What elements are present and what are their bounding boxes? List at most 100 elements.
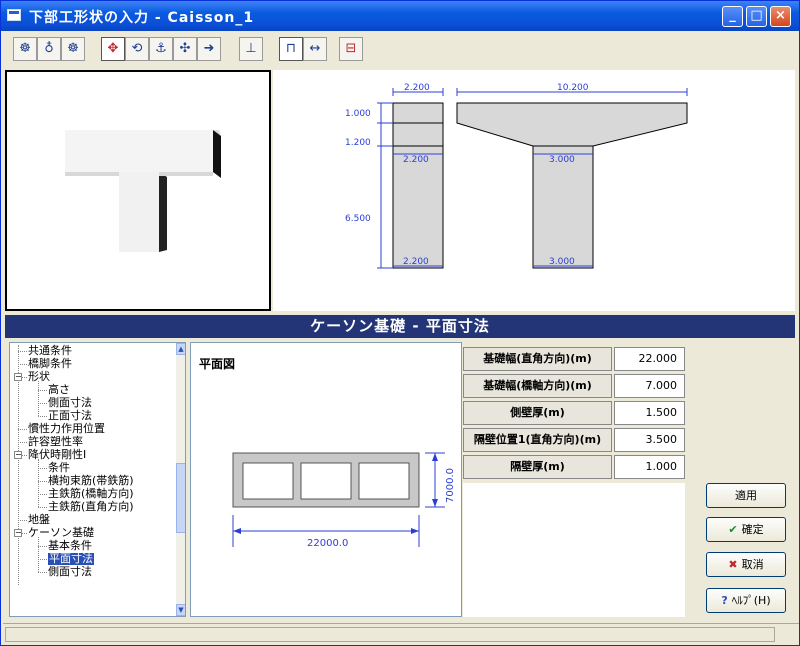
camera-icon[interactable]: ☸ [13, 37, 37, 61]
bridge-icon[interactable]: ⊥ [239, 37, 263, 61]
tree-connector [38, 559, 47, 560]
plan-width-dim: 22000.0 [307, 538, 348, 549]
rotate-icon[interactable]: ⟲ [125, 37, 149, 61]
minimize-button[interactable]: _ [722, 6, 743, 27]
tree-connector [38, 572, 47, 573]
toolbar: ☸ ♁ ☸ ✥ ⟲ ⚓ ✣ ➜ ⊥ ⊓ ↔ ⊟ [3, 33, 799, 67]
tree-connector [38, 507, 47, 508]
table-row: 隔壁厚(m) 1.000 [463, 455, 686, 481]
cancel-label: 取消 [741, 558, 764, 571]
collapse-icon[interactable]: − [14, 451, 22, 459]
row-value-input[interactable]: 7.000 [614, 374, 685, 398]
help-icon: ? [721, 594, 728, 607]
row-value-input[interactable]: 22.000 [614, 347, 685, 371]
tree-item[interactable]: 許容塑性率 [28, 436, 83, 448]
tree-connector [38, 381, 39, 416]
anchor-icon[interactable]: ⚓ [149, 37, 173, 61]
table-row: 側壁厚(m) 1.500 [463, 401, 686, 427]
tree-connector [38, 546, 47, 547]
elevation-svg: 2.200 1.000 1.200 6.500 2.200 2.200 10.2… [345, 83, 688, 269]
collapse-icon[interactable]: − [14, 373, 22, 381]
x-icon: ✖ [728, 558, 738, 571]
dim-right-col-bottom: 3.000 [549, 257, 575, 267]
tree-item[interactable]: 平面寸法 [48, 553, 94, 565]
dim-h3: 6.500 [345, 214, 371, 224]
title-bar[interactable]: 下部工形状の入力 - Caisson_1 _ □ × [1, 1, 799, 31]
cancel-button[interactable]: ✖ 取消 [706, 552, 786, 577]
tree-connector [18, 351, 27, 352]
tree-connector [38, 459, 39, 507]
plan-height-dim: 7000.0 [445, 468, 456, 503]
tree-item[interactable]: 主鉄筋(橋軸方向) [48, 488, 134, 500]
scroll-thumb[interactable] [176, 463, 185, 533]
tree-item[interactable]: 主鉄筋(直角方向) [48, 501, 134, 513]
table-row: 基礎幅(直角方向)(m) 22.000 [463, 347, 686, 373]
pier-icon[interactable]: ⊓ [279, 37, 303, 61]
tree-item[interactable]: 側面寸法 [48, 566, 92, 578]
checkmark-icon: ✔ [728, 523, 738, 536]
maximize-button[interactable]: □ [746, 6, 767, 27]
row-value-input[interactable]: 3.500 [614, 428, 685, 452]
tree-connector [18, 364, 27, 365]
tree-item[interactable]: 共通条件 [28, 345, 72, 357]
tree-item[interactable]: 横拘束筋(帯鉄筋) [48, 475, 134, 487]
collapse-icon[interactable]: − [14, 529, 22, 537]
window-title: 下部工形状の入力 - Caisson_1 [29, 10, 255, 26]
tree-connector [18, 520, 27, 521]
tree-item[interactable]: 正面寸法 [48, 410, 92, 422]
tree-item[interactable]: 慣性力作用位置 [28, 423, 105, 435]
tree-connector [38, 537, 39, 572]
row-label: 隔壁厚(m) [463, 455, 612, 479]
row-label: 隔壁位置1(直角方向)(m) [463, 428, 612, 452]
tree-item[interactable]: 側面寸法 [48, 397, 92, 409]
section-title: ケーソン基礎 - 平面寸法 [5, 315, 795, 338]
row-value-input[interactable]: 1.000 [614, 455, 685, 479]
pan-icon[interactable]: ✣ [173, 37, 197, 61]
help-label: ﾍﾙﾌﾟ(H) [731, 594, 771, 607]
row-label: 基礎幅(直角方向)(m) [463, 347, 612, 371]
table-row: 隔壁位置1(直角方向)(m) 3.500 [463, 428, 686, 454]
ok-button[interactable]: ✔ 確定 [706, 517, 786, 542]
tree-item[interactable]: 橋脚条件 [28, 358, 72, 370]
camera2-icon[interactable]: ☸ [61, 37, 85, 61]
tree-item[interactable]: 降伏時剛性I [28, 449, 86, 461]
dim-left-width: 2.200 [404, 83, 430, 93]
input-tree[interactable]: 共通条件 橋脚条件 形状 高さ 側面寸法 正面寸法 慣性力作用位置 許容塑性率 降伏時剛性I 条件… [9, 342, 186, 617]
tree-item[interactable]: 高さ [48, 384, 70, 396]
3d-pier-model [65, 130, 221, 252]
tree-connector [38, 468, 47, 469]
scroll-up-icon[interactable]: ▲ [176, 343, 185, 355]
row-label: 側壁厚(m) [463, 401, 612, 425]
tree-connector [38, 390, 47, 391]
bulb-icon[interactable]: ♁ [37, 37, 61, 61]
status-cell [5, 627, 775, 642]
tree-connector [38, 403, 47, 404]
tree-item[interactable]: 条件 [48, 462, 70, 474]
table-row: 基礎幅(橋軸方向)(m) 7.000 [463, 374, 686, 400]
arrow-icon[interactable]: ➜ [197, 37, 221, 61]
dim-left-col-top: 2.200 [403, 155, 429, 165]
scroll-down-icon[interactable]: ▼ [176, 604, 185, 616]
status-bar [3, 623, 799, 644]
dim-left-col-bottom: 2.200 [403, 257, 429, 267]
tree-scrollbar[interactable]: ▲ ▼ [176, 343, 185, 616]
dimension-icon[interactable]: ↔ [303, 37, 327, 61]
tree-item[interactable]: 地盤 [28, 514, 50, 526]
close-button[interactable]: × [770, 6, 791, 27]
plan-view[interactable]: 平面図 22000.0 7000.0 [190, 342, 462, 617]
ok-label: 確定 [741, 523, 764, 536]
section-icon[interactable]: ⊟ [339, 37, 363, 61]
tree-connector [18, 442, 27, 443]
help-button[interactable]: ? ﾍﾙﾌﾟ(H) [706, 588, 786, 613]
main-window: 下部工形状の入力 - Caisson_1 _ □ × ☸ ♁ ☸ ✥ ⟲ ⚓ ✣… [0, 0, 800, 646]
move-icon[interactable]: ✥ [101, 37, 125, 61]
row-value-input[interactable]: 1.500 [614, 401, 685, 425]
apply-button[interactable]: 適用 [706, 483, 786, 508]
3d-view[interactable] [5, 70, 271, 311]
tree-item[interactable]: 形状 [28, 371, 50, 383]
dim-right-col-top: 3.000 [549, 155, 575, 165]
elevation-drawing[interactable]: 2.200 1.000 1.200 6.500 2.200 2.200 10.2… [273, 70, 795, 311]
tree-connector [38, 494, 47, 495]
tree-connector [18, 429, 27, 430]
tree-item[interactable]: 基本条件 [48, 540, 92, 552]
